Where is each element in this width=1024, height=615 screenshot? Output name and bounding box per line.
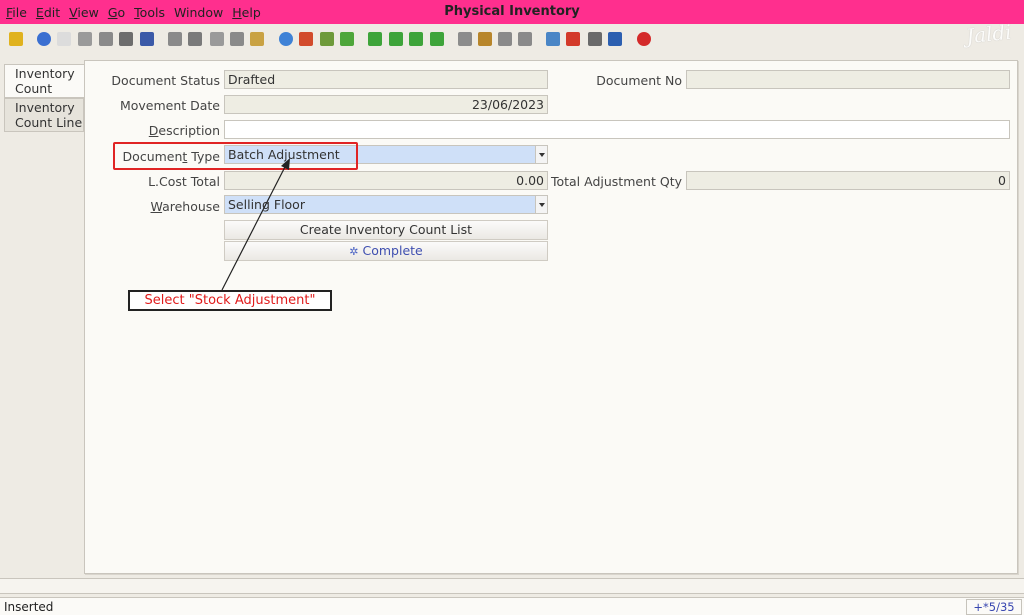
document-no-label: Document No (596, 73, 682, 88)
menu-file[interactable]: File (6, 5, 27, 20)
tab-inventory-count[interactable]: Inventory Count (4, 64, 84, 98)
chevron-down-icon[interactable] (535, 146, 547, 163)
first-record-icon[interactable] (368, 32, 382, 46)
copy-record-icon[interactable] (78, 32, 92, 46)
grid-toggle-icon[interactable] (250, 32, 264, 46)
help-icon[interactable] (37, 32, 51, 46)
menu-help[interactable]: Help (232, 5, 261, 20)
zoom-across-icon[interactable] (546, 32, 560, 46)
document-status-field: Drafted (224, 70, 548, 89)
menu-bar: File Edit View Go Tools Window Help (6, 5, 270, 20)
movement-date-field[interactable]: 23/06/2023 (224, 95, 548, 114)
home-icon[interactable] (299, 32, 313, 46)
attachment-icon[interactable] (210, 32, 224, 46)
previous-record-icon[interactable] (389, 32, 403, 46)
history-icon[interactable] (279, 32, 293, 46)
gear-icon: ✲ (349, 245, 359, 258)
tab-inventory-count-line[interactable]: Inventory Count Line (4, 98, 84, 132)
warehouse-value: Selling Floor (228, 197, 305, 212)
description-label: Description (148, 123, 220, 138)
delete-selection-icon[interactable] (119, 32, 133, 46)
toolbar (0, 26, 1024, 56)
menu-window[interactable]: Window (174, 5, 223, 20)
previous-icon[interactable] (320, 32, 334, 46)
tab-label-line2: Count (15, 81, 53, 96)
product-info-icon[interactable] (588, 32, 602, 46)
menu-edit[interactable]: Edit (36, 5, 60, 20)
annotation-highlight-box (113, 142, 358, 170)
movement-date-label: Movement Date (119, 98, 220, 113)
brand-logo: Jaldi (965, 19, 1014, 49)
end-icon[interactable] (608, 32, 622, 46)
report-icon[interactable] (458, 32, 472, 46)
title-bar: File Edit View Go Tools Window Help Phys… (0, 0, 1024, 24)
annotation-callout: Select "Stock Adjustment" (128, 290, 332, 311)
archive-icon[interactable] (478, 32, 492, 46)
next-record-icon[interactable] (409, 32, 423, 46)
tab-label-line1: Inventory (15, 100, 75, 115)
create-inventory-count-list-button[interactable]: Create Inventory Count List (224, 220, 548, 240)
tab-label-line2: Count Line (15, 115, 83, 130)
record-info[interactable]: +*5/35 (966, 599, 1022, 615)
last-record-icon[interactable] (430, 32, 444, 46)
workflow-icon[interactable] (566, 32, 580, 46)
complete-label: Complete (362, 243, 423, 258)
complete-button[interactable]: ✲ Complete (224, 241, 548, 261)
lcost-total-field: 0.00 (224, 171, 548, 190)
tab-label-line1: Inventory (15, 66, 75, 81)
delete-icon[interactable] (99, 32, 113, 46)
document-status-label: Document Status (111, 73, 220, 88)
warehouse-label: Warehouse (150, 199, 220, 214)
new-record-icon[interactable] (57, 32, 71, 46)
status-bar: Inserted +*5/35 (0, 597, 1024, 615)
warehouse-select[interactable]: Selling Floor (224, 195, 548, 214)
total-adjustment-qty-field: 0 (686, 171, 1010, 190)
next-icon[interactable] (340, 32, 354, 46)
total-adjustment-qty-label: Total Adjustment Qty (550, 174, 682, 189)
chevron-down-icon[interactable] (535, 196, 547, 213)
refresh-icon[interactable] (168, 32, 182, 46)
description-input[interactable] (224, 120, 1010, 139)
menu-go[interactable]: Go (108, 5, 125, 20)
print-preview-icon[interactable] (498, 32, 512, 46)
status-text: Inserted (4, 600, 54, 614)
lcost-total-label: L.Cost Total (148, 174, 220, 189)
chat-icon[interactable] (230, 32, 244, 46)
bottom-strip (0, 578, 1024, 594)
undo-icon[interactable] (9, 32, 23, 46)
print-icon[interactable] (518, 32, 532, 46)
close-window-icon[interactable] (637, 32, 651, 46)
find-icon[interactable] (188, 32, 202, 46)
menu-tools[interactable]: Tools (134, 5, 165, 20)
document-no-field (686, 70, 1010, 89)
save-icon[interactable] (140, 32, 154, 46)
menu-view[interactable]: View (69, 5, 99, 20)
